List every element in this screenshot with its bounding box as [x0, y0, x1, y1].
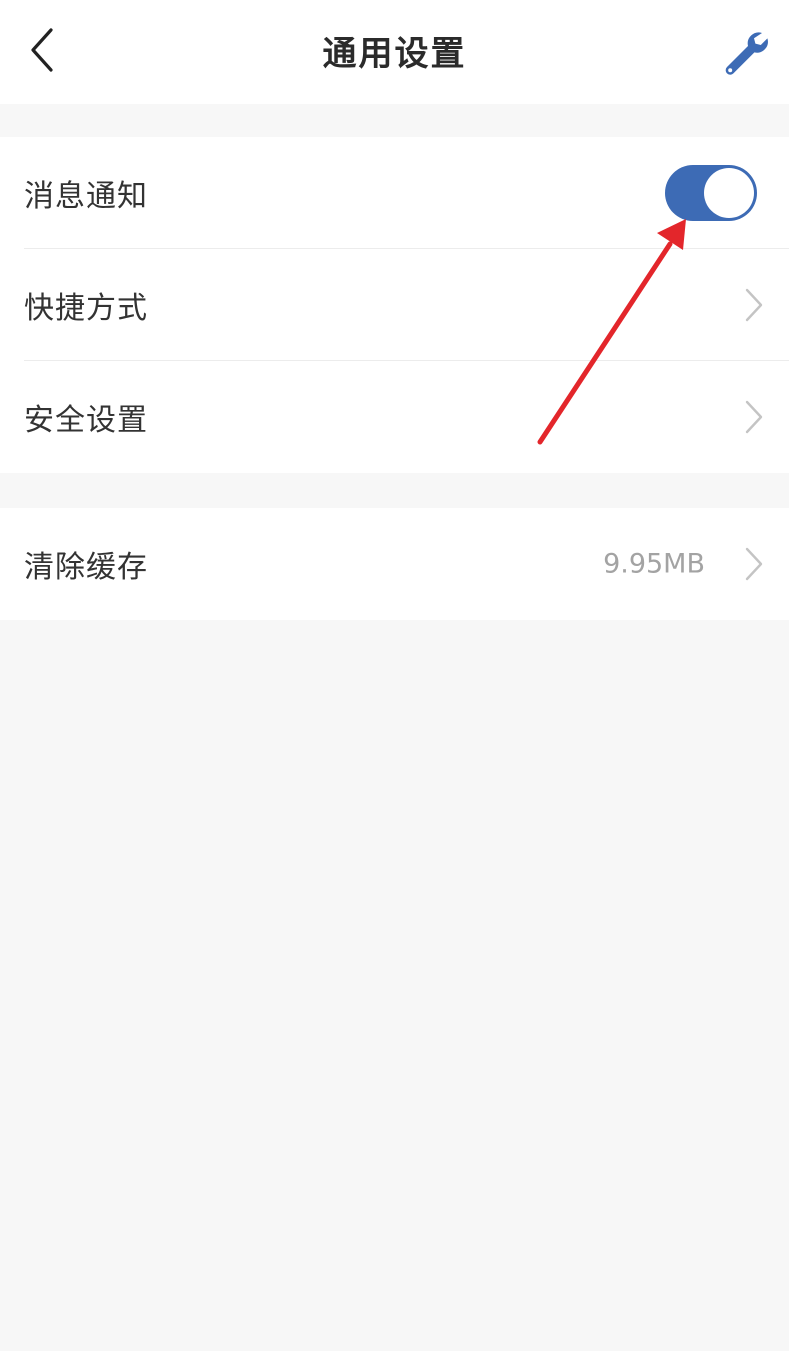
- settings-group-2: 清除缓存 9.95MB: [0, 508, 789, 620]
- row-label: 消息通知: [24, 179, 148, 214]
- notifications-toggle[interactable]: [665, 165, 757, 221]
- chevron-right-icon: [745, 547, 763, 581]
- chevron-right-icon: [745, 400, 763, 434]
- toggle-knob: [704, 168, 754, 218]
- settings-group-1: 消息通知 快捷方式 安全设置: [0, 137, 789, 473]
- settings-row-clear-cache[interactable]: 清除缓存 9.95MB: [0, 508, 789, 620]
- row-label: 安全设置: [24, 403, 148, 438]
- wrench-icon: [725, 32, 768, 75]
- page-title: 通用设置: [322, 34, 467, 74]
- cache-size-value: 9.95MB: [603, 548, 705, 580]
- settings-screen: 通用设置 消息通知 快捷方式 安全设置 清除缓存 9.95MB: [0, 0, 789, 1351]
- settings-row-shortcuts[interactable]: 快捷方式: [0, 249, 789, 361]
- chevron-right-icon: [745, 288, 763, 322]
- tool-button[interactable]: [717, 24, 773, 80]
- nav-bar: 通用设置: [0, 0, 789, 104]
- row-label: 清除缓存: [24, 550, 148, 585]
- row-label: 快捷方式: [24, 291, 148, 326]
- settings-row-security[interactable]: 安全设置: [0, 361, 789, 473]
- settings-row-notifications[interactable]: 消息通知: [0, 137, 789, 249]
